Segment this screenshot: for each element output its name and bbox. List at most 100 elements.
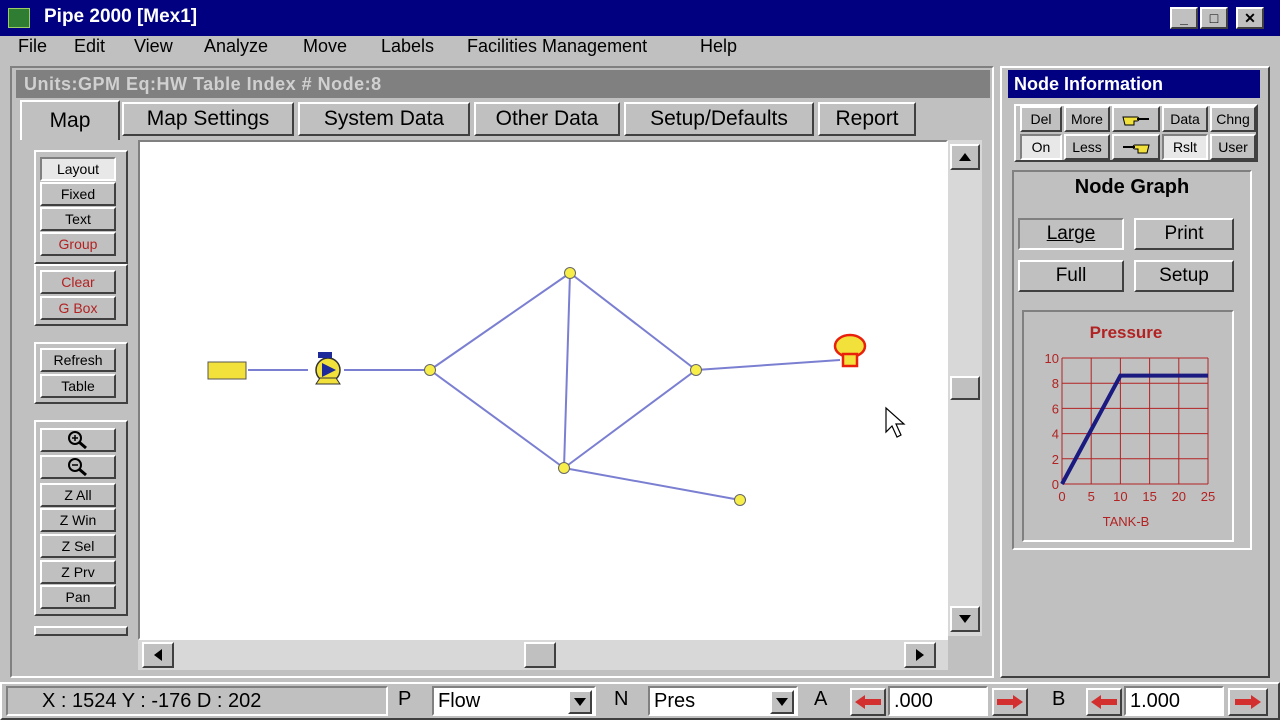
menu-labels[interactable]: Labels: [381, 36, 434, 57]
x-tick-label: 0: [1058, 489, 1065, 504]
tab-system-data[interactable]: System Data: [298, 102, 470, 136]
y-tick-label: 4: [1052, 427, 1059, 442]
large-button[interactable]: Large: [1018, 218, 1124, 250]
full-button[interactable]: Full: [1018, 260, 1124, 292]
menu-file[interactable]: File: [18, 36, 47, 57]
n-select-value: Pres: [654, 689, 696, 712]
a-decrement-button[interactable]: [850, 688, 886, 716]
zoom-select-button[interactable]: Z Sel: [40, 534, 116, 558]
b-decrement-button[interactable]: [1086, 688, 1122, 716]
pipe[interactable]: [563, 467, 741, 501]
table-button[interactable]: Table: [40, 374, 116, 398]
gbox-button[interactable]: G Box: [40, 296, 116, 320]
arrow-left-icon: [1091, 695, 1117, 709]
arrow-up-icon: [959, 153, 971, 161]
b-increment-button[interactable]: [1228, 688, 1268, 716]
minimize-button[interactable]: _: [1170, 7, 1198, 29]
pipe[interactable]: [429, 272, 571, 371]
pipe[interactable]: [563, 369, 697, 469]
p-dropdown-button[interactable]: [568, 690, 592, 714]
junction-node[interactable]: [564, 267, 576, 279]
junction-node[interactable]: [424, 364, 436, 376]
chevron-down-icon: [776, 698, 788, 706]
on-toggle[interactable]: On: [1020, 134, 1062, 160]
zoom-window-button[interactable]: Z Win: [40, 508, 116, 532]
tab-other-data[interactable]: Other Data: [474, 102, 620, 136]
chevron-down-icon: [574, 698, 586, 706]
y-tick-label: 10: [1045, 351, 1059, 366]
change-button[interactable]: Chng: [1210, 106, 1256, 132]
tank-icon[interactable]: [833, 333, 867, 368]
a-increment-button[interactable]: [992, 688, 1028, 716]
pan-button[interactable]: Pan: [40, 585, 116, 609]
arrow-left-icon: [154, 649, 162, 661]
reservoir-node[interactable]: [207, 361, 247, 380]
scroll-up-button[interactable]: [950, 144, 980, 170]
chart-xlabel: TANK-B: [1103, 514, 1150, 529]
pressure-series-line: [1060, 373, 1208, 485]
menu-bar: File Edit View Analyze Move Labels Facil…: [0, 36, 1280, 60]
scroll-right-button[interactable]: [904, 642, 936, 668]
tab-setup-defaults[interactable]: Setup/Defaults: [624, 102, 814, 136]
refresh-button[interactable]: Refresh: [40, 348, 116, 372]
x-tick-label: 5: [1088, 489, 1095, 504]
less-button[interactable]: Less: [1064, 134, 1110, 160]
data-button[interactable]: Data: [1162, 106, 1208, 132]
mouse-cursor-icon: [885, 406, 906, 438]
scroll-down-button[interactable]: [950, 606, 980, 632]
close-button[interactable]: ✕: [1236, 7, 1264, 29]
y-tick-label: 2: [1052, 452, 1059, 467]
junction-node[interactable]: [734, 494, 746, 506]
group-button[interactable]: Group: [40, 232, 116, 256]
zoom-out-button[interactable]: [40, 455, 116, 479]
tab-map[interactable]: Map: [20, 100, 120, 140]
pressure-chart-frame: Pressure 0 5 10 15 20 25 0 2 4 6 8 10 TANK-B: [1022, 310, 1234, 542]
setup-button[interactable]: Setup: [1134, 260, 1234, 292]
print-button[interactable]: Print: [1134, 218, 1234, 250]
zoom-all-button[interactable]: Z All: [40, 483, 116, 507]
clear-button[interactable]: Clear: [40, 270, 116, 294]
menu-view[interactable]: View: [134, 36, 173, 57]
scroll-left-button[interactable]: [142, 642, 174, 668]
tab-map-settings[interactable]: Map Settings: [122, 102, 294, 136]
menu-facilities-management[interactable]: Facilities Management: [467, 36, 647, 57]
user-button[interactable]: User: [1210, 134, 1256, 160]
menu-analyze[interactable]: Analyze: [204, 36, 268, 57]
zoom-previous-button[interactable]: Z Prv: [40, 560, 116, 584]
fixed-button[interactable]: Fixed: [40, 182, 116, 206]
pipe[interactable]: [563, 272, 571, 469]
pipe[interactable]: [429, 369, 565, 469]
pipe[interactable]: [695, 359, 841, 371]
hand-grab-button[interactable]: [1112, 134, 1160, 160]
map-vertical-scrollbar[interactable]: [948, 140, 982, 636]
result-toggle[interactable]: Rslt: [1162, 134, 1208, 160]
junction-node[interactable]: [690, 364, 702, 376]
menu-help[interactable]: Help: [700, 36, 737, 57]
app-icon: [8, 8, 30, 28]
menu-edit[interactable]: Edit: [74, 36, 105, 57]
horizontal-scroll-thumb[interactable]: [524, 642, 556, 668]
maximize-button[interactable]: □: [1200, 7, 1228, 29]
junction-node[interactable]: [558, 462, 570, 474]
menu-move[interactable]: Move: [303, 36, 347, 57]
arrow-right-icon: [916, 649, 924, 661]
vertical-scroll-thumb[interactable]: [950, 376, 980, 400]
b-value-field[interactable]: 1.000: [1124, 686, 1224, 716]
title-bar: Pipe 2000 [Mex1] _ □ ✕: [0, 0, 1280, 36]
node-graph-title: Node Graph: [1074, 176, 1190, 198]
layout-button[interactable]: Layout: [40, 157, 116, 181]
a-value-field[interactable]: .000: [888, 686, 988, 716]
n-dropdown-button[interactable]: [770, 690, 794, 714]
pump-icon[interactable]: [315, 352, 341, 385]
n-label: N: [614, 688, 629, 710]
map-canvas[interactable]: [138, 140, 948, 640]
tab-report[interactable]: Report: [818, 102, 916, 136]
text-button[interactable]: Text: [40, 207, 116, 231]
map-horizontal-scrollbar[interactable]: [138, 640, 948, 670]
hand-point-button[interactable]: [1112, 106, 1160, 132]
pipe[interactable]: [569, 272, 697, 371]
p-label: P: [398, 688, 412, 710]
delete-button[interactable]: Del: [1020, 106, 1062, 132]
more-button[interactable]: More: [1064, 106, 1110, 132]
zoom-in-button[interactable]: [40, 428, 116, 452]
